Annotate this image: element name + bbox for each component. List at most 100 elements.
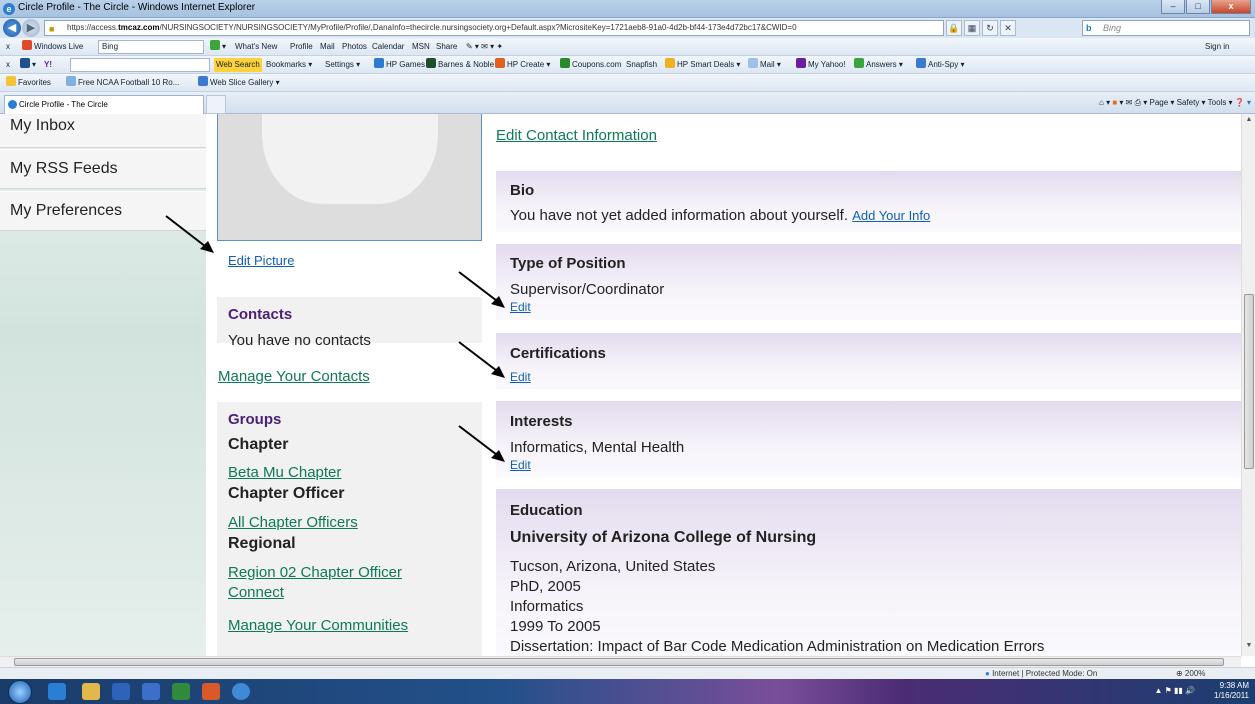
vertical-scroll-thumb[interactable] (1244, 294, 1254, 469)
close-button[interactable]: x (1211, 0, 1251, 14)
manage-communities-link[interactable]: Manage Your Communities (228, 617, 408, 634)
position-title: Type of Position (510, 255, 626, 272)
address-bar[interactable]: ■ https://access.tmcaz.com/NURSINGSOCIETY… (44, 20, 944, 36)
toolbar2-hp-games[interactable]: HP Games (374, 56, 425, 73)
new-tab-button[interactable] (206, 95, 226, 114)
forward-button[interactable]: ▶ (22, 19, 40, 37)
avatar-placeholder-icon (262, 114, 438, 204)
search-input[interactable]: b Bing (1082, 20, 1250, 36)
yahoo-logo[interactable]: Y! (44, 56, 52, 73)
chapter-heading: Chapter (228, 436, 289, 453)
toolbar1-link-whats-new[interactable]: What's New (235, 38, 277, 55)
add-your-info-link[interactable]: Add Your Info (852, 208, 930, 223)
favorites-button[interactable]: Favorites (6, 74, 51, 91)
safety-menu[interactable]: Safety ▾ (1177, 98, 1206, 107)
toolbar2-bookmarks[interactable]: Bookmarks ▾ (266, 56, 312, 73)
bio-panel: Bio You have not yet added information a… (496, 171, 1241, 232)
compat-view-icon[interactable]: ▦ (964, 20, 980, 36)
toolbar1-close[interactable]: x (6, 38, 10, 55)
nav-item-inbox[interactable]: My Inbox (0, 114, 206, 148)
beta-mu-chapter-link[interactable]: Beta Mu Chapter (228, 464, 341, 481)
yahoo-search-input[interactable] (70, 58, 210, 72)
vertical-scrollbar[interactable]: ▲ ▼ (1241, 114, 1255, 656)
ie-logo-icon: e (3, 3, 15, 15)
page-viewport: My Inbox My RSS Feeds My Preferences Edi… (0, 114, 1241, 656)
region-02-officer-link[interactable]: Region 02 Chapter Officer Connect (228, 563, 402, 603)
horizontal-scroll-thumb[interactable] (14, 658, 1224, 666)
toolbar2-close[interactable]: x (6, 56, 10, 73)
favorites-item-ncaa[interactable]: Free NCAA Football 10 Ro... (66, 74, 179, 91)
outlook-taskbar-icon[interactable] (112, 683, 130, 700)
answers-icon (854, 58, 864, 68)
toolbar1-link-msn[interactable]: MSN (412, 38, 430, 55)
windows-live-toolbar: x Windows Live Bing ▾ What's New Profile… (0, 38, 1255, 56)
toolbar2-hp-smart-deals[interactable]: HP Smart Deals ▾ (665, 56, 740, 73)
tab-circle-profile[interactable]: Circle Profile - The Circle (4, 95, 204, 114)
windows-live-button[interactable]: Windows Live (22, 38, 83, 55)
nav-item-rss-feeds[interactable]: My RSS Feeds (0, 149, 206, 189)
toolbar1-extra-icons[interactable]: ✎ ▾ ✉ ▾ ✦ (466, 38, 503, 55)
region-02-link-line2: Connect (228, 584, 284, 601)
edit-interests-link[interactable]: Edit (510, 458, 531, 472)
toolbar1-go-button[interactable]: ▾ (210, 38, 226, 55)
zoom-level[interactable]: ⊕ 200% (1176, 668, 1205, 679)
web-search-button[interactable]: Web Search (214, 58, 262, 72)
left-nav: My Inbox My RSS Feeds My Preferences (0, 114, 206, 656)
start-button[interactable] (8, 680, 32, 704)
toolbar2-anti-spy[interactable]: Anti-Spy ▾ (916, 56, 964, 73)
sign-in-link[interactable]: Sign in (1205, 38, 1229, 55)
system-tray[interactable]: ▲ ⚑ ▮▮ 🔊 (1154, 686, 1195, 695)
manage-contacts-link[interactable]: Manage Your Contacts (218, 368, 370, 385)
edit-certifications-link[interactable]: Edit (510, 370, 531, 384)
contacts-title: Contacts (228, 306, 293, 323)
word-taskbar-icon[interactable] (142, 683, 160, 700)
powerpoint-taskbar-icon[interactable] (202, 683, 220, 700)
maximize-button[interactable]: □ (1186, 0, 1210, 14)
ie-taskbar-icon[interactable] (48, 683, 66, 700)
all-chapter-officers-link[interactable]: All Chapter Officers (228, 514, 358, 531)
toolbar2-coupons[interactable]: Coupons.com (560, 56, 621, 73)
edit-position-link[interactable]: Edit (510, 300, 531, 314)
security-zone[interactable]: ● Internet | Protected Mode: On (985, 668, 1097, 679)
scroll-up-icon[interactable]: ▲ (1242, 116, 1255, 128)
explorer-taskbar-icon[interactable] (82, 683, 100, 700)
toolbar2-settings[interactable]: Settings ▾ (325, 56, 360, 73)
edit-picture-link[interactable]: Edit Picture (228, 253, 294, 268)
edit-contact-info-link[interactable]: Edit Contact Information (496, 127, 657, 144)
scroll-down-icon[interactable]: ▼ (1242, 642, 1255, 654)
stop-icon[interactable]: ✕ (1000, 20, 1016, 36)
toolbar2-barnes-noble[interactable]: Barnes & Noble (426, 56, 494, 73)
toolbar1-link-profile[interactable]: Profile (290, 38, 313, 55)
page-menu[interactable]: Page ▾ (1149, 98, 1174, 107)
profile-photo[interactable] (217, 114, 482, 241)
horizontal-scrollbar[interactable] (0, 656, 1241, 667)
yahoo-toolbar: x ▾ Y! Web Search Bookmarks ▾ Settings ▾… (0, 56, 1255, 74)
toolbar2-my-yahoo[interactable]: My Yahoo! (796, 56, 846, 73)
favorites-item-web-slice[interactable]: Web Slice Gallery ▾ (198, 74, 280, 91)
clock[interactable]: 9:38 AM 1/16/2011 (1214, 681, 1249, 701)
refresh-icon[interactable]: ↻ (982, 20, 998, 36)
toolbar2-snapfish[interactable]: Snapfish (626, 56, 657, 73)
toolbar2-mail[interactable]: Mail ▾ (748, 56, 781, 73)
excel-taskbar-icon[interactable] (172, 683, 190, 700)
read-mail-icon[interactable]: ✉ (1126, 98, 1133, 107)
feeds-icon[interactable]: ■ (1112, 98, 1117, 107)
windows-live-icon (22, 40, 32, 50)
lock-icon[interactable]: 🔒 (946, 20, 962, 36)
toolbar2-hp-create[interactable]: HP Create ▾ (495, 56, 550, 73)
toolbar1-link-calendar[interactable]: Calendar (372, 38, 404, 55)
toolbar1-link-mail[interactable]: Mail (320, 38, 335, 55)
print-icon[interactable]: ⎙ ▾ (1135, 98, 1148, 107)
toolbar1-link-share[interactable]: Share (436, 38, 457, 55)
back-button[interactable]: ◀ (3, 19, 21, 37)
toolbar2-answers[interactable]: Answers ▾ (854, 56, 903, 73)
toolbar1-link-photos[interactable]: Photos (342, 38, 367, 55)
tools-menu[interactable]: Tools ▾ (1208, 98, 1233, 107)
help-icon[interactable]: ❓ ▾ (1235, 98, 1251, 107)
msn-icon[interactable]: ▾ (20, 56, 36, 73)
itunes-taskbar-icon[interactable] (232, 683, 250, 700)
toolbar1-search-input[interactable]: Bing (98, 40, 204, 54)
address-row: ◀ ▶ ■ https://access.tmcaz.com/NURSINGSOC… (0, 18, 1255, 38)
home-icon[interactable]: ⌂ ▾ (1099, 98, 1110, 107)
minimize-button[interactable]: – (1161, 0, 1185, 14)
